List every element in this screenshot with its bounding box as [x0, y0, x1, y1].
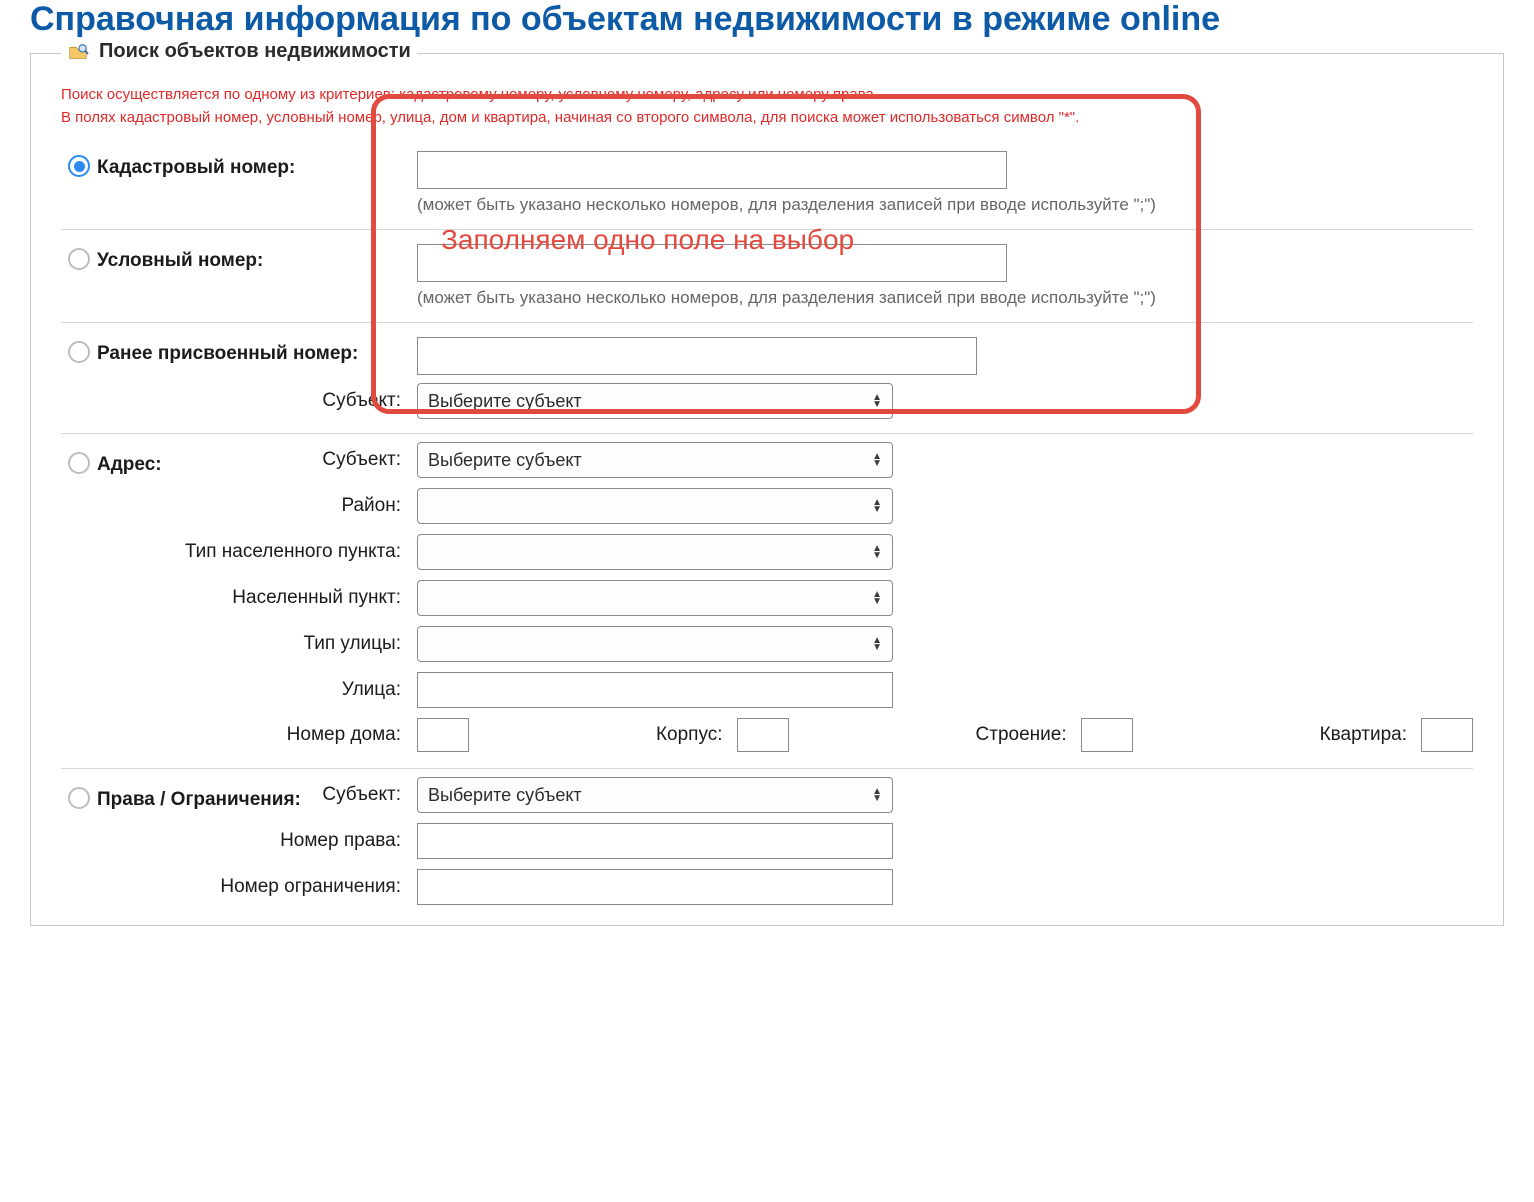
address-house-label: Номер дома:: [97, 724, 417, 746]
previous-subject-label: Субъект:: [97, 390, 417, 412]
search-panel: Поиск объектов недвижимости Поиск осущес…: [30, 53, 1504, 926]
rights-number-label: Номер права:: [97, 830, 417, 852]
radio-cadastral[interactable]: [68, 155, 90, 177]
select-arrows-icon: ▲▼: [872, 453, 882, 467]
address-district-label: Район:: [97, 495, 417, 517]
radio-previous[interactable]: [68, 341, 90, 363]
label-conditional: Условный номер:: [97, 244, 417, 272]
panel-legend: Поиск объектов недвижимости: [61, 40, 417, 63]
page-title: Справочная информация по объектам недвиж…: [30, 0, 1534, 39]
radio-rights[interactable]: [68, 787, 90, 809]
select-arrows-icon: ▲▼: [872, 394, 882, 408]
address-settlement-select[interactable]: ▲▼: [417, 580, 893, 616]
rights-subject-label: Субъект:: [97, 784, 417, 806]
address-apartment-label: Квартира:: [1320, 724, 1407, 746]
address-street-input[interactable]: [417, 672, 893, 708]
select-arrows-icon: ▲▼: [872, 499, 882, 513]
previous-subject-value: Выберите субъект: [428, 391, 582, 412]
select-arrows-icon: ▲▼: [872, 591, 882, 605]
address-subject-value: Выберите субъект: [428, 450, 582, 471]
select-arrows-icon: ▲▼: [872, 637, 882, 651]
address-district-select[interactable]: ▲▼: [417, 488, 893, 524]
address-korpus-input[interactable]: [737, 718, 789, 752]
address-subject-label: Субъект:: [97, 449, 417, 471]
restriction-number-input[interactable]: [417, 869, 893, 905]
radio-conditional[interactable]: [68, 248, 90, 270]
restriction-number-label: Номер ограничения:: [97, 876, 417, 898]
criteria-row-conditional: Условный номер: (может быть указано неск…: [61, 236, 1473, 316]
search-folder-icon: [67, 41, 89, 63]
cadastral-input[interactable]: [417, 151, 1007, 189]
address-street-type-label: Тип улицы:: [97, 633, 417, 655]
address-apartment-input[interactable]: [1421, 718, 1473, 752]
search-note-line1: Поиск осуществляется по одному из критер…: [61, 86, 878, 103]
rights-number-input[interactable]: [417, 823, 893, 859]
criteria-row-cadastral: Кадастровый номер: (может быть указано н…: [61, 143, 1473, 223]
address-house-input[interactable]: [417, 718, 469, 752]
address-settlement-label: Населенный пункт:: [97, 587, 417, 609]
criteria-row-previous: Ранее присвоенный номер:: [61, 329, 1473, 383]
previous-input[interactable]: [417, 337, 977, 375]
label-previous: Ранее присвоенный номер:: [97, 337, 417, 365]
address-street-label: Улица:: [97, 679, 417, 701]
address-street-type-select[interactable]: ▲▼: [417, 626, 893, 662]
address-subject-select[interactable]: Выберите субъект ▲▼: [417, 442, 893, 478]
address-settlement-type-select[interactable]: ▲▼: [417, 534, 893, 570]
radio-address[interactable]: [68, 452, 90, 474]
panel-legend-text: Поиск объектов недвижимости: [99, 40, 411, 63]
search-note-line2: В полях кадастровый номер, условный номе…: [61, 109, 1079, 126]
conditional-hint: (может быть указано несколько номеров, д…: [417, 288, 1473, 308]
address-korpus-label: Корпус:: [656, 724, 723, 746]
previous-subject-select[interactable]: Выберите субъект ▲▼: [417, 383, 893, 419]
address-building-input[interactable]: [1081, 718, 1133, 752]
rights-subject-value: Выберите субъект: [428, 785, 582, 806]
address-building-label: Строение:: [976, 724, 1067, 746]
cadastral-hint: (может быть указано несколько номеров, д…: [417, 195, 1473, 215]
rights-subject-select[interactable]: Выберите субъект ▲▼: [417, 777, 893, 813]
label-cadastral: Кадастровый номер:: [97, 151, 417, 179]
address-settlement-type-label: Тип населенного пункта:: [97, 541, 417, 563]
search-note: Поиск осуществляется по одному из критер…: [61, 84, 1473, 129]
select-arrows-icon: ▲▼: [872, 545, 882, 559]
conditional-input[interactable]: [417, 244, 1007, 282]
select-arrows-icon: ▲▼: [872, 788, 882, 802]
